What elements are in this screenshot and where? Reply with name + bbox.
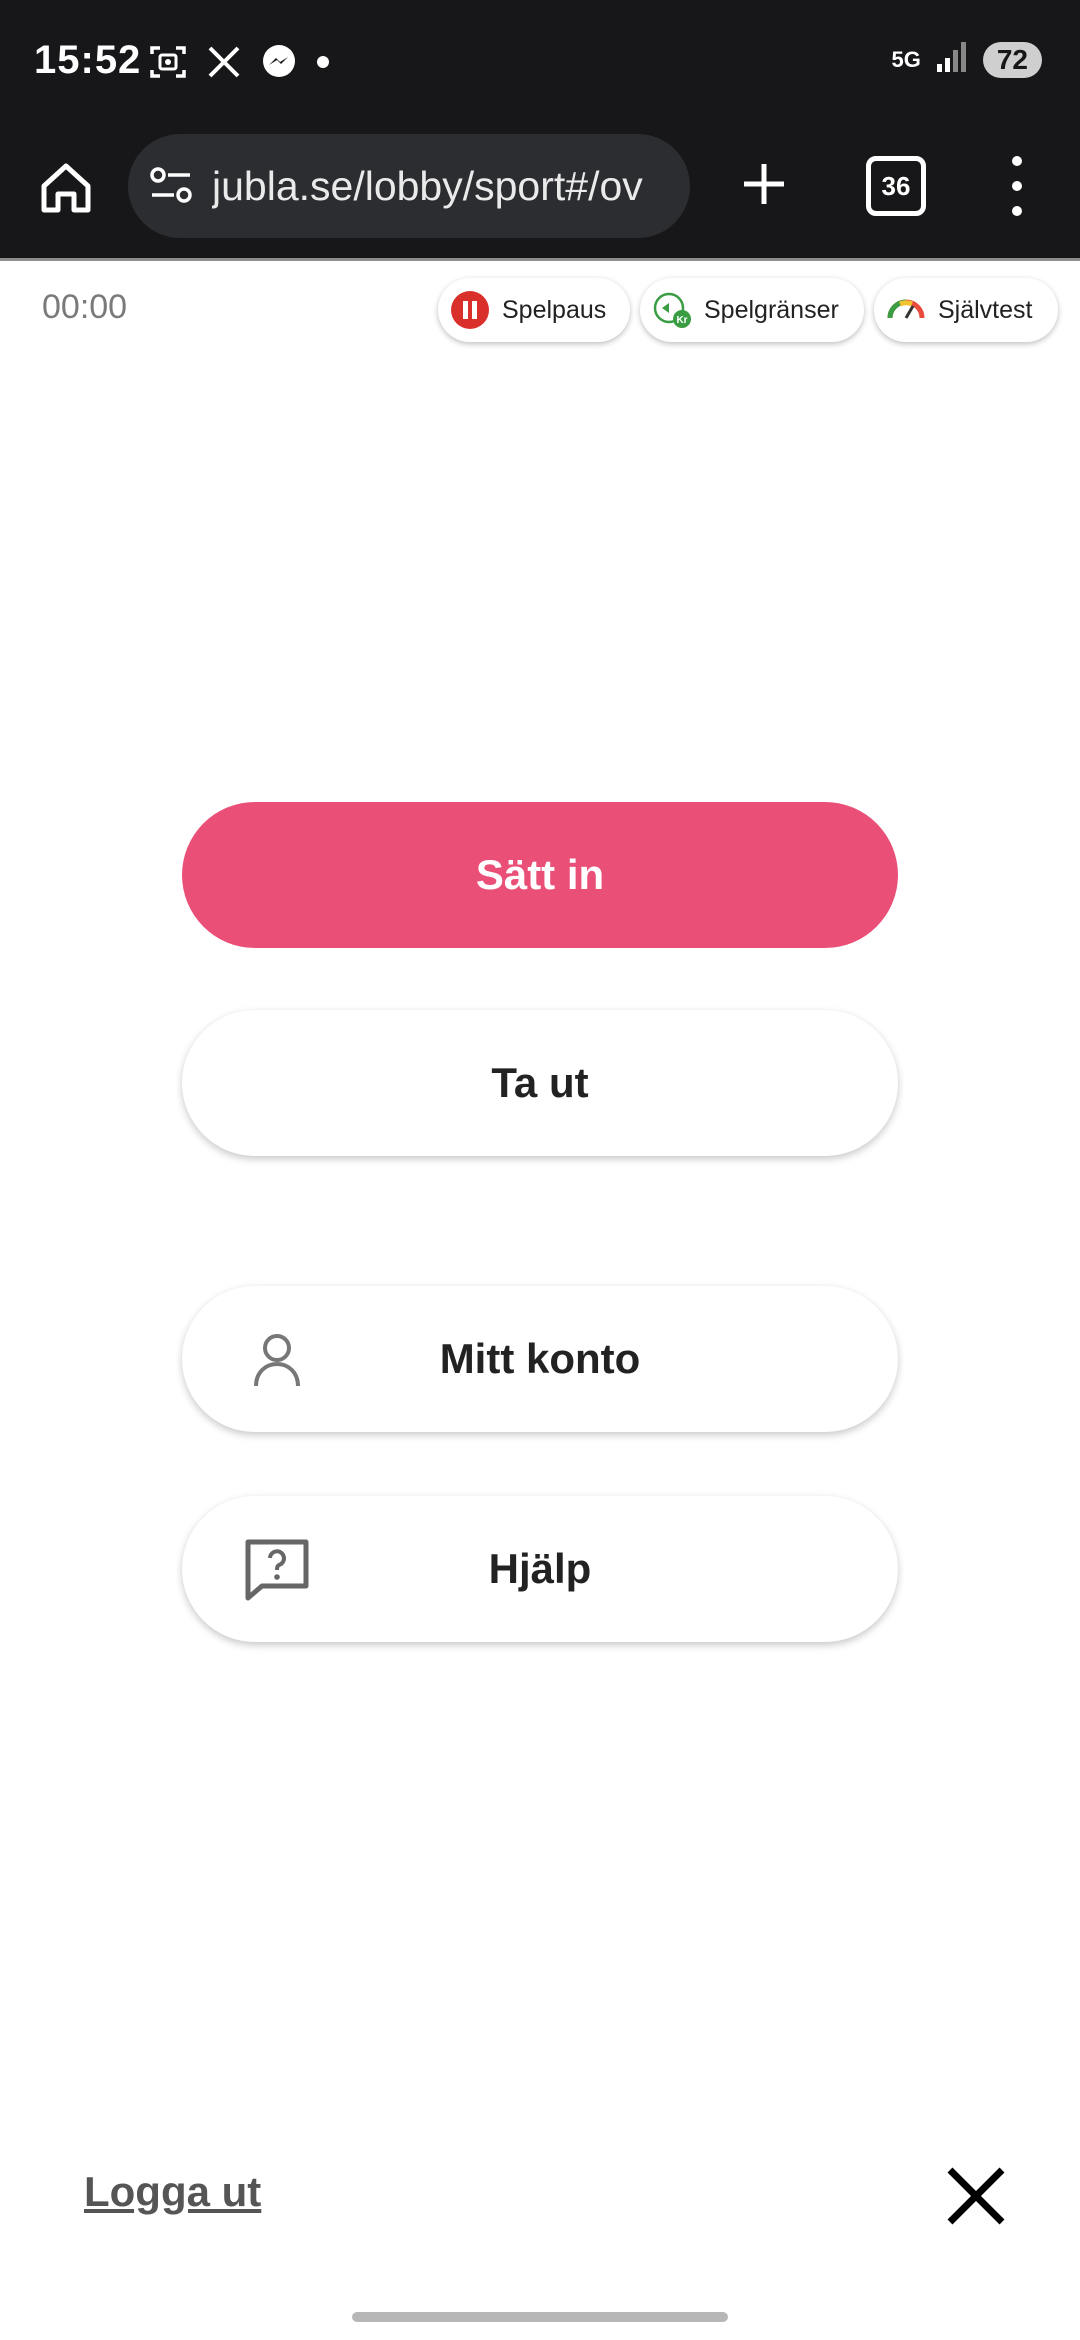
address-bar[interactable]: jubla.se/lobby/sport#/ov <box>128 134 690 238</box>
my-account-label: Mitt konto <box>439 1335 641 1382</box>
home-icon <box>41 163 91 213</box>
sjalvtest-label: Självtest <box>938 295 1033 324</box>
close-button[interactable] <box>944 2164 1008 2228</box>
svg-text:Kr: Kr <box>676 315 687 326</box>
dot-icon <box>316 55 330 69</box>
gesture-nav-bar[interactable] <box>352 2312 728 2322</box>
url-text[interactable]: jubla.se/lobby/sport#/ov <box>212 163 682 210</box>
tabs-button[interactable]: 36 <box>866 156 926 216</box>
user-icon <box>254 1334 300 1387</box>
my-account-button[interactable]: Mitt konto <box>182 1286 898 1432</box>
help-label: Hjälp <box>488 1545 592 1592</box>
new-tab-button[interactable] <box>734 154 794 214</box>
new-tab-plus-icon <box>744 164 784 204</box>
help-chat-icon <box>245 1539 309 1601</box>
battery-indicator: 72 <box>982 41 1042 78</box>
network-type: 5G <box>891 46 921 72</box>
overflow-menu-icon[interactable] <box>1000 156 1034 216</box>
messenger-icon <box>260 43 298 81</box>
toolbar-divider <box>0 258 1080 261</box>
deposit-label: Sätt in <box>475 851 605 898</box>
x-logo-icon <box>206 44 242 80</box>
limits-icon: Kr <box>653 292 691 328</box>
signal-icon <box>935 40 969 79</box>
spelpaus-label: Spelpaus <box>502 295 607 324</box>
site-settings-icon[interactable] <box>148 163 194 209</box>
spelgranser-label: Spelgränser <box>704 295 839 324</box>
logout-link[interactable]: Logga ut <box>84 2168 261 2216</box>
browser-toolbar: jubla.se/lobby/sport#/ov 36 <box>0 130 1080 258</box>
close-icon <box>947 2167 1005 2225</box>
help-button[interactable]: Hjälp <box>182 1496 898 1642</box>
screenshot-icon <box>148 42 188 82</box>
gauge-icon <box>887 299 925 319</box>
status-time: 15:52 <box>34 38 142 82</box>
spelpaus-button[interactable]: Spelpaus <box>438 278 630 342</box>
withdraw-button[interactable]: Ta ut <box>182 1010 898 1156</box>
withdraw-label: Ta ut <box>491 1059 589 1106</box>
status-bar: 15:52 5G 72 <box>0 0 1080 130</box>
notification-icons <box>148 42 330 82</box>
deposit-button[interactable]: Sätt in <box>182 802 898 948</box>
home-button[interactable] <box>36 158 96 218</box>
system-status: 5G 72 <box>891 40 1042 79</box>
session-timer: 00:00 <box>42 288 128 326</box>
pause-icon <box>451 291 489 329</box>
spelgranser-button[interactable]: Kr Spelgränser <box>640 278 864 342</box>
sjalvtest-button[interactable]: Självtest <box>874 278 1058 342</box>
